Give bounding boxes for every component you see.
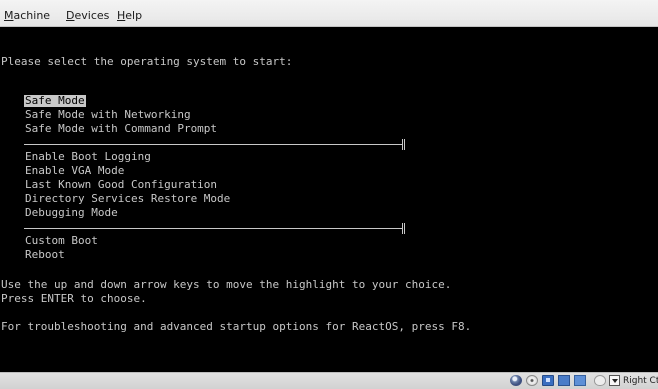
boot-option-reboot[interactable]: Reboot	[25, 249, 65, 261]
boot-option-safe-mode-command-prompt[interactable]: Safe Mode with Command Prompt	[25, 123, 217, 135]
troubleshooting-text: For troubleshooting and advanced startup…	[1, 320, 472, 333]
boot-option-debugging-mode[interactable]: Debugging Mode	[25, 207, 118, 219]
boot-option-custom-boot[interactable]: Custom Boot	[25, 235, 98, 247]
menu-help-label: elp	[125, 9, 143, 22]
menu-separator	[24, 223, 405, 234]
boot-option-last-known-good-configuration[interactable]: Last Known Good Configuration	[25, 179, 217, 191]
menu-machine-label: achine	[13, 9, 51, 22]
menu-machine-mnemonic: M	[4, 9, 14, 22]
keyboard-capture-icon[interactable]	[609, 375, 620, 386]
menubar: Machine Devices Help	[0, 0, 658, 27]
separator-end-mark	[402, 223, 405, 234]
boot-prompt: Please select the operating system to st…	[1, 55, 293, 68]
boot-option-enable-vga-mode[interactable]: Enable VGA Mode	[25, 165, 124, 177]
host-key-label: Right Ctrl	[623, 376, 658, 386]
menu-devices[interactable]: Devices	[66, 9, 109, 22]
boot-option-safe-mode-selected[interactable]: Safe Mode	[24, 95, 86, 107]
boot-option-enable-boot-logging[interactable]: Enable Boot Logging	[25, 151, 151, 163]
network-icon[interactable]	[542, 375, 554, 386]
menu-help[interactable]: Help	[117, 9, 142, 22]
menu-devices-label: evices	[74, 9, 110, 22]
optical-drive-icon[interactable]	[526, 375, 538, 386]
usb-icon[interactable]	[558, 375, 570, 386]
status-bar: Right Ctrl	[0, 372, 658, 389]
shared-folders-icon[interactable]	[574, 375, 586, 386]
mouse-integration-icon[interactable]	[594, 375, 606, 386]
guest-console-screen[interactable]: Please select the operating system to st…	[0, 27, 658, 372]
boot-option-directory-services-restore-mode[interactable]: Directory Services Restore Mode	[25, 193, 230, 205]
help-text-navigation: Use the up and down arrow keys to move t…	[1, 278, 452, 291]
menu-separator	[24, 139, 405, 150]
hard-disk-icon[interactable]	[510, 375, 522, 386]
separator-end-mark	[402, 139, 405, 150]
virtualbox-vm-window: Machine Devices Help Please select the o…	[0, 0, 658, 389]
help-text-enter: Press ENTER to choose.	[1, 292, 147, 305]
boot-option-safe-mode-networking[interactable]: Safe Mode with Networking	[25, 109, 191, 121]
menu-machine[interactable]: Machine	[4, 9, 50, 22]
